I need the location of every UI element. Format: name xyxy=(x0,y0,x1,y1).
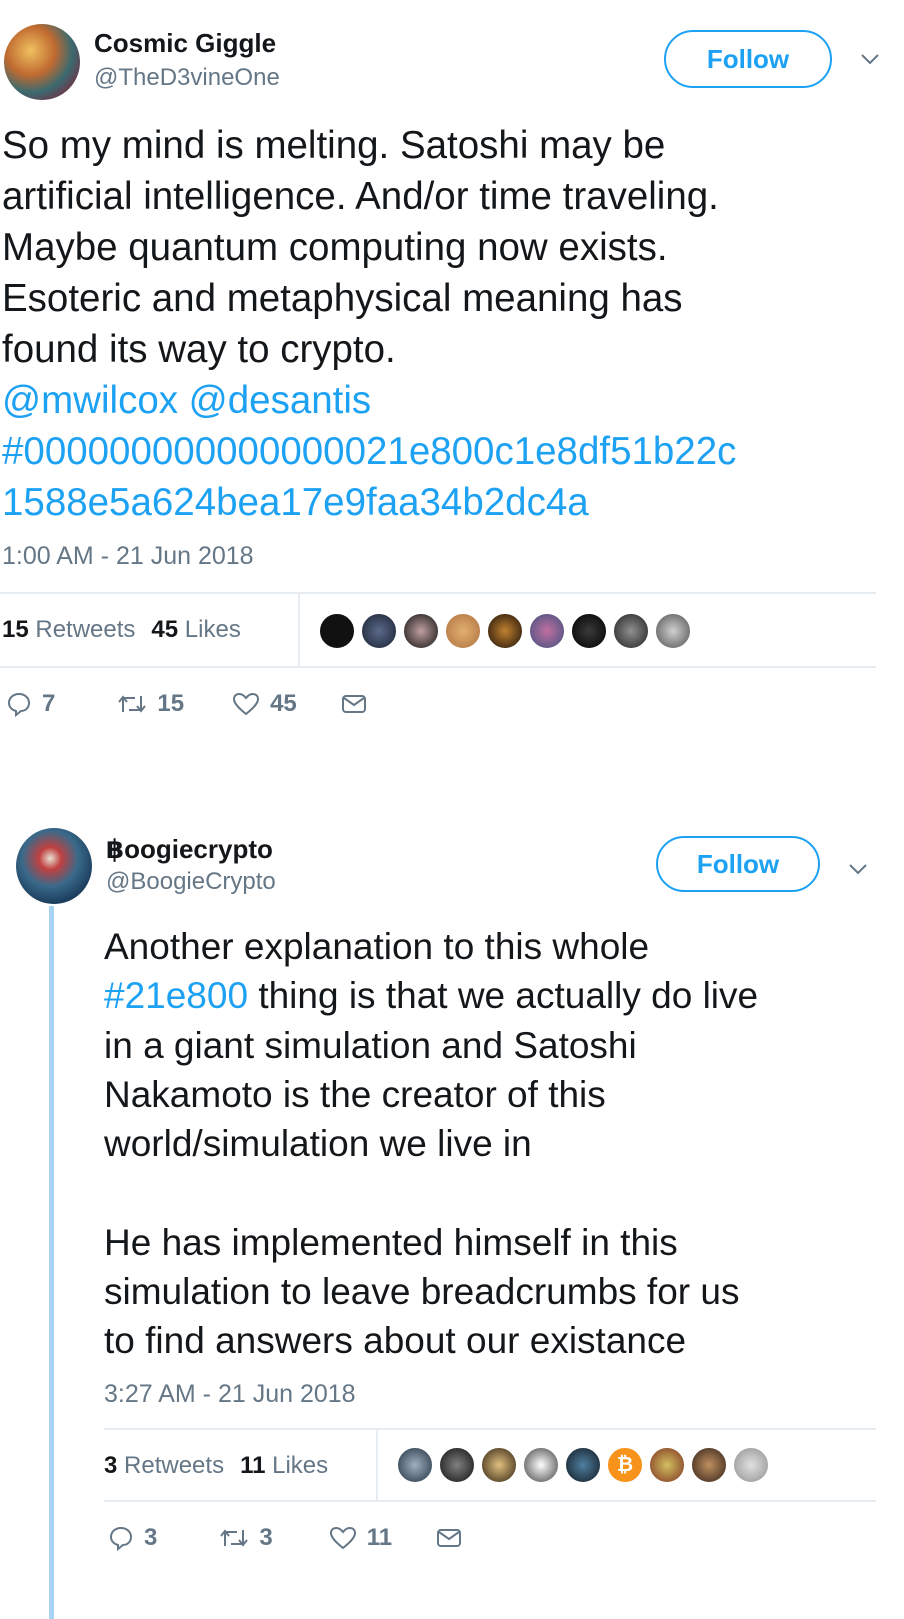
retweets-stat[interactable]: 15 Retweets xyxy=(2,616,135,644)
text-line: Nakamoto is the creator of this xyxy=(104,1073,606,1115)
liker-avatar[interactable] xyxy=(396,1446,434,1484)
reply-icon xyxy=(7,692,31,717)
liker-avatar[interactable] xyxy=(480,1446,518,1484)
follow-button[interactable]: Follow xyxy=(664,30,832,88)
hashtag-link[interactable]: #000000000000000021e800c1e8df51b22c xyxy=(2,430,736,473)
divider xyxy=(0,592,876,594)
avatar-boogiecrypto[interactable] xyxy=(16,828,92,904)
user-handle[interactable]: @TheD3vineOne xyxy=(94,64,280,92)
user-handle[interactable]: @BoogieCrypto xyxy=(106,868,276,896)
likes-stat[interactable]: 11 Likes xyxy=(240,1452,328,1480)
stats-divider xyxy=(298,594,300,666)
retweet-count: 15 xyxy=(157,690,185,717)
divider xyxy=(104,1428,876,1430)
liker-avatars xyxy=(318,612,692,650)
heart-icon xyxy=(329,1526,356,1550)
liker-avatar[interactable] xyxy=(732,1446,770,1484)
likes-stat[interactable]: 45 Likes xyxy=(151,616,240,644)
chevron-down-icon[interactable] xyxy=(848,856,868,882)
message-icon xyxy=(341,695,366,713)
text-line: Esoteric and metaphysical meaning has xyxy=(2,277,683,320)
retweet-icon xyxy=(118,695,147,713)
liker-avatar[interactable] xyxy=(360,612,398,650)
text-line: Maybe quantum computing now exists. xyxy=(2,226,668,269)
engagement-stats: 3 Retweets 11 Likes xyxy=(104,1452,328,1480)
reply-count: 3 xyxy=(144,1524,158,1551)
like-button[interactable]: 11 xyxy=(329,1524,392,1552)
like-count: 11 xyxy=(366,1524,393,1551)
action-bar: 3 3 11 xyxy=(108,1524,506,1552)
liker-avatar[interactable] xyxy=(564,1446,602,1484)
liker-avatar[interactable] xyxy=(318,612,356,650)
text-line: found its way to crypto. xyxy=(2,328,396,371)
direct-message-button[interactable] xyxy=(436,1527,462,1549)
text-line: Another explanation to this whole xyxy=(104,926,650,967)
retweets-stat[interactable]: 3 Retweets xyxy=(104,1452,224,1480)
text-line: artificial intelligence. And/or time tra… xyxy=(2,175,719,218)
text-line: thing is that we actually do live xyxy=(248,975,759,1017)
like-button[interactable]: 45 xyxy=(232,690,297,718)
hashtag-link[interactable]: #21e800 xyxy=(104,975,248,1016)
divider xyxy=(104,1500,876,1502)
timestamp[interactable]: 3:27 AM - 21 Jun 2018 xyxy=(104,1380,356,1409)
text-line: simulation to leave breadcrumbs for us xyxy=(104,1271,740,1313)
liker-avatar[interactable] xyxy=(690,1446,728,1484)
avatar-cosmic-giggle[interactable] xyxy=(4,24,80,100)
like-count: 45 xyxy=(270,690,297,717)
reply-button[interactable]: 7 xyxy=(6,690,55,718)
message-icon xyxy=(437,1529,462,1547)
liker-avatar[interactable] xyxy=(648,1446,686,1484)
retweet-count: 3 xyxy=(259,1524,273,1551)
divider xyxy=(0,666,876,668)
display-name[interactable]: Cosmic Giggle xyxy=(94,28,276,59)
text-line: world/simulation we live in xyxy=(104,1123,532,1165)
liker-avatar[interactable] xyxy=(612,612,650,650)
tweet-body: Another explanation to this whole #21e80… xyxy=(104,922,758,1366)
liker-avatar[interactable] xyxy=(486,612,524,650)
reply-icon xyxy=(109,1526,133,1551)
action-bar: 7 15 45 xyxy=(6,690,411,718)
text-line: He has implemented himself in this xyxy=(104,1221,678,1263)
reply-button[interactable]: 3 xyxy=(108,1524,157,1552)
liker-avatar[interactable] xyxy=(402,612,440,650)
text-line: to find answers about our existance xyxy=(104,1320,687,1362)
liker-avatar[interactable] xyxy=(570,612,608,650)
timestamp[interactable]: 1:00 AM - 21 Jun 2018 xyxy=(2,542,254,571)
text-line: in a giant simulation and Satoshi xyxy=(104,1024,637,1066)
retweet-button[interactable]: 15 xyxy=(117,690,184,718)
chevron-down-icon[interactable] xyxy=(860,46,880,72)
direct-message-button[interactable] xyxy=(341,693,367,715)
retweet-button[interactable]: 3 xyxy=(219,1524,273,1552)
stats-divider xyxy=(376,1430,378,1500)
reply-count: 7 xyxy=(42,690,56,717)
retweet-icon xyxy=(220,1529,249,1547)
text-line: So my mind is melting. Satoshi may be xyxy=(2,124,666,167)
hashtag-link-continued[interactable]: 1588e5a624bea17e9faa34b2dc4a xyxy=(2,481,589,524)
mention-links[interactable]: @mwilcox @desantis xyxy=(2,379,371,422)
liker-avatar[interactable] xyxy=(654,612,692,650)
follow-button[interactable]: Follow xyxy=(656,836,820,892)
bitcoin-avatar[interactable]: ₿ xyxy=(606,1446,644,1484)
engagement-stats: 15 Retweets 45 Likes xyxy=(2,616,241,644)
liker-avatars: ₿ xyxy=(396,1446,770,1484)
display-name[interactable]: ฿oogiecrypto xyxy=(106,834,273,865)
heart-icon xyxy=(233,692,260,716)
thread-line xyxy=(49,906,54,1619)
liker-avatar[interactable] xyxy=(444,612,482,650)
liker-avatar[interactable] xyxy=(522,1446,560,1484)
liker-avatar[interactable] xyxy=(438,1446,476,1484)
tweet-body: So my mind is melting. Satoshi may be ar… xyxy=(2,120,736,528)
liker-avatar[interactable] xyxy=(528,612,566,650)
